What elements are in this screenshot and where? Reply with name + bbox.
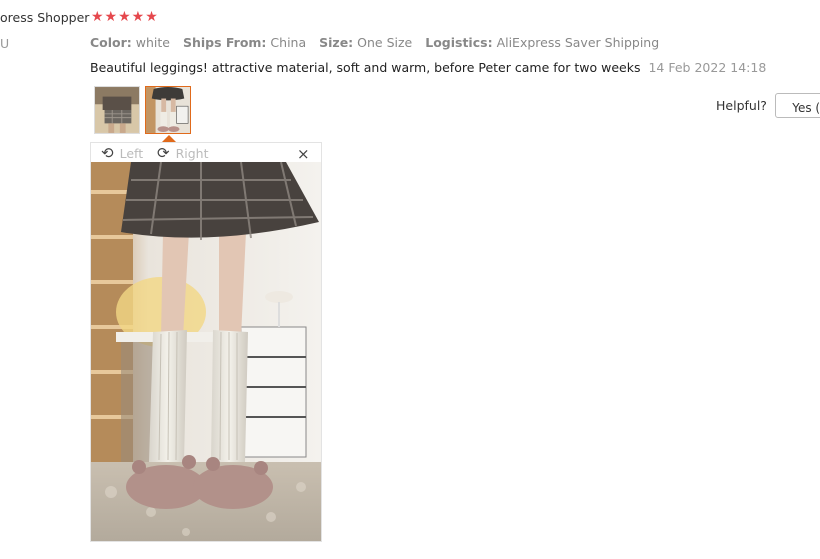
attr-color-value: white [135, 35, 170, 50]
review-text: Beautiful leggings! attractive material,… [90, 60, 641, 75]
rotate-left-label: Left [119, 146, 144, 161]
rotate-right-label: Right [175, 146, 209, 161]
review-photo-thumbnail-active[interactable] [145, 86, 191, 134]
attr-ships-from-value: China [270, 35, 307, 50]
photo-thumbnail-image [146, 87, 190, 133]
attr-size-label: Size: [319, 35, 354, 50]
attr-size-value: One Size [357, 35, 413, 50]
reviewer-name: oress Shopper [0, 10, 90, 25]
close-viewer-button[interactable]: × [297, 145, 310, 163]
rotate-left-icon: ⟲ [101, 144, 114, 162]
reviewer-country: U [0, 36, 10, 51]
attr-logistics-value: AliExpress Saver Shipping [496, 35, 660, 50]
attr-logistics-label: Logistics: [425, 35, 493, 50]
review-date: 14 Feb 2022 14:18 [648, 60, 767, 75]
review-photo-large [91, 162, 321, 541]
attr-ships-from-label: Ships From: [182, 35, 267, 50]
review-body: Beautiful leggings! attractive material,… [90, 60, 766, 75]
rotate-right-button[interactable]: ⟳ Right [157, 144, 209, 162]
rotate-right-icon: ⟳ [157, 144, 170, 162]
attr-color-label: Color: [90, 35, 132, 50]
rotate-left-button[interactable]: ⟲ Left [101, 144, 143, 162]
rating-stars: ★★★★★ [91, 9, 159, 25]
review-photo-image [91, 162, 321, 541]
photo-thumbnail-image [95, 87, 139, 133]
helpful-label: Helpful? [716, 98, 767, 113]
viewer-pointer [162, 135, 176, 142]
helpful-yes-button[interactable]: Yes (0 [775, 93, 820, 118]
review-photo-thumbnail[interactable] [94, 86, 140, 134]
review-attributes: Color: white Ships From: China Size: One… [90, 35, 668, 50]
close-icon: × [297, 145, 310, 163]
